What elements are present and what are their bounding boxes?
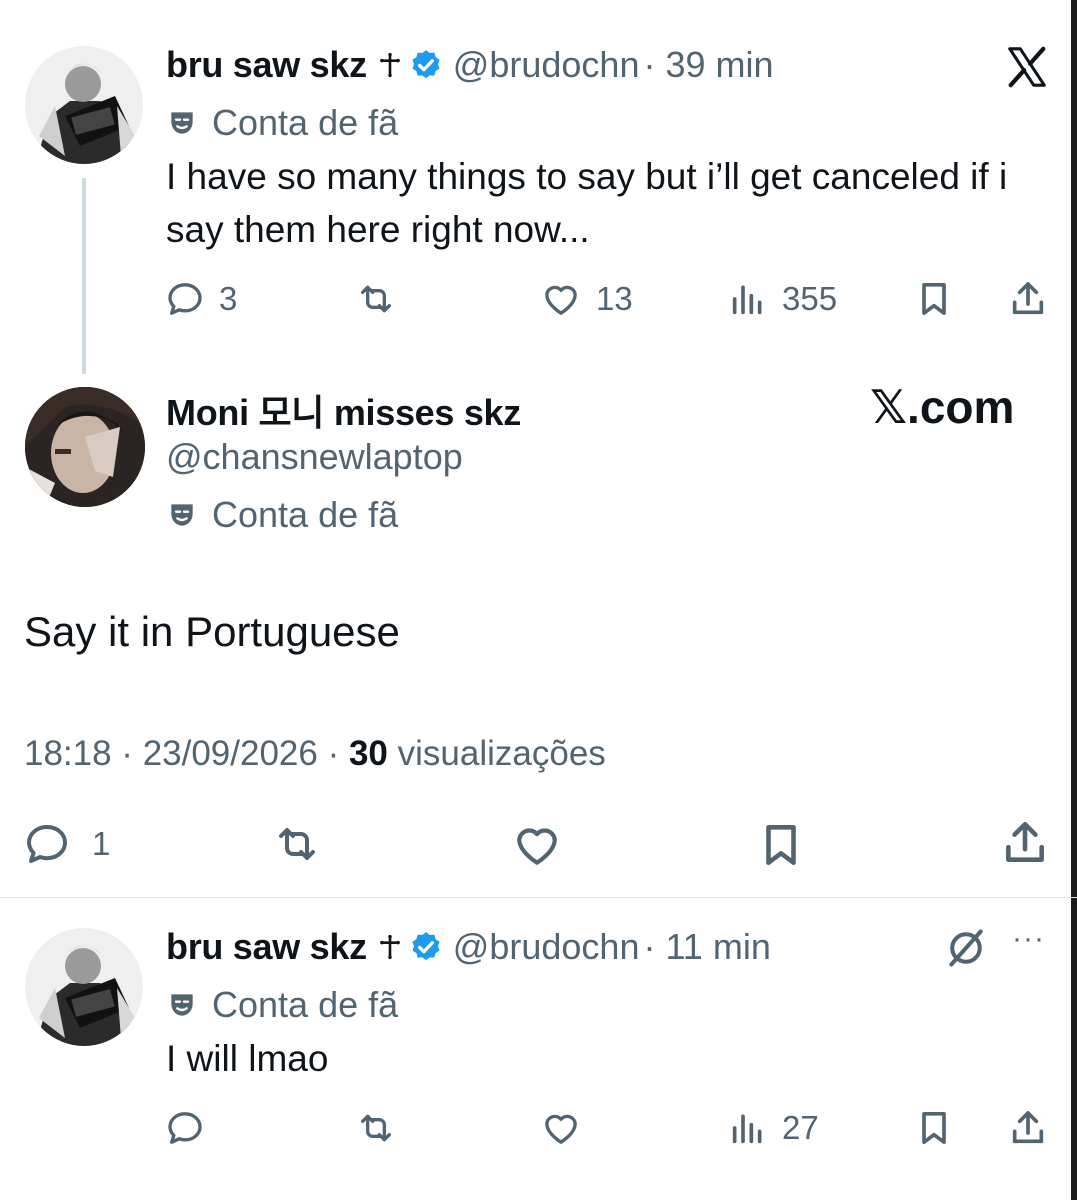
screen-edge xyxy=(1071,0,1077,1200)
verified-badge-icon[interactable] xyxy=(409,48,443,82)
fan-account-label: Conta de fã xyxy=(166,102,398,144)
bookmark-button[interactable] xyxy=(756,820,806,870)
theater-mask-icon xyxy=(166,989,198,1021)
heart-icon xyxy=(540,279,582,319)
views-icon xyxy=(728,1108,768,1148)
xcom-watermark: 𝕏.com xyxy=(870,381,1015,433)
tweet-meta: 18:18 · 23/09/2026 · 30 visualizações xyxy=(24,734,606,774)
tweet-text: Say it in Portuguese xyxy=(24,608,400,655)
fan-account-text: Conta de fã xyxy=(212,984,399,1025)
tweet-header: bru saw skz @brudochn · 11 min xyxy=(166,926,771,968)
reply-icon xyxy=(165,279,205,319)
cross-emoji-icon xyxy=(377,932,403,962)
fan-account-label: Conta de fã xyxy=(166,494,398,536)
like-button[interactable] xyxy=(540,1108,582,1148)
timestamp[interactable]: · 11 min xyxy=(643,926,770,968)
share-icon xyxy=(1008,279,1048,319)
reply-button[interactable]: 3 xyxy=(165,279,237,319)
bookmark-button[interactable] xyxy=(914,279,954,319)
handle[interactable]: @brudochn xyxy=(453,44,640,86)
heart-icon xyxy=(540,1108,582,1148)
reply-count: 1 xyxy=(92,825,111,862)
view-count: 30 xyxy=(348,734,388,773)
bookmark-icon xyxy=(756,820,806,870)
heart-icon xyxy=(510,820,564,870)
reply-count: 3 xyxy=(219,280,238,317)
divider xyxy=(0,897,1077,898)
retweet-icon xyxy=(355,1108,397,1148)
thread-line xyxy=(82,178,86,374)
reply-button[interactable]: 1 xyxy=(22,820,110,868)
share-button[interactable] xyxy=(1000,818,1050,868)
theater-mask-icon xyxy=(166,499,198,531)
post-timestamp[interactable]: 18:18 · 23/09/2026 · xyxy=(24,734,349,773)
tweet-text: I have so many things to say but i’ll ge… xyxy=(166,156,1008,250)
grok-icon[interactable] xyxy=(944,926,988,970)
views-count: 27 xyxy=(782,1109,819,1146)
timestamp[interactable]: · 39 min xyxy=(643,44,773,86)
views-icon xyxy=(728,279,768,319)
bookmark-button[interactable] xyxy=(914,1108,954,1148)
like-count: 13 xyxy=(596,280,633,317)
retweet-icon xyxy=(270,820,324,868)
display-name[interactable]: bru saw skz xyxy=(166,44,367,86)
avatar[interactable] xyxy=(25,46,143,164)
retweet-icon xyxy=(355,279,397,319)
display-name[interactable]: Moni 모니 misses skz xyxy=(166,384,521,436)
avatar[interactable] xyxy=(25,387,145,507)
bookmark-icon xyxy=(914,1108,954,1148)
reply-icon xyxy=(22,820,72,868)
view-label: visualizações xyxy=(387,734,606,773)
reply-button[interactable] xyxy=(165,1108,205,1148)
cross-emoji-icon xyxy=(377,50,403,80)
tweet-text: I will lmao xyxy=(166,1038,329,1079)
avatar[interactable] xyxy=(25,928,143,1046)
handle[interactable]: @brudochn xyxy=(453,926,640,968)
views-button[interactable]: 27 xyxy=(728,1108,819,1148)
more-icon[interactable]: ··· xyxy=(1012,922,1045,956)
retweet-button[interactable] xyxy=(270,820,324,868)
display-name[interactable]: bru saw skz xyxy=(166,926,367,968)
views-button[interactable]: 355 xyxy=(728,279,837,319)
reply-icon xyxy=(165,1108,205,1148)
retweet-button[interactable] xyxy=(355,1108,397,1148)
like-button[interactable] xyxy=(510,820,564,870)
share-button[interactable] xyxy=(1008,1108,1048,1148)
share-button[interactable] xyxy=(1008,279,1048,319)
like-button[interactable]: 13 xyxy=(540,279,633,319)
share-icon xyxy=(1000,818,1050,868)
fan-account-label: Conta de fã xyxy=(166,984,398,1026)
tweet-header: bru saw skz @brudochn · 39 min xyxy=(166,44,774,86)
handle[interactable]: @chansnewlaptop xyxy=(166,436,463,478)
views-count: 355 xyxy=(782,280,838,317)
share-icon xyxy=(1008,1108,1048,1148)
fan-account-text: Conta de fã xyxy=(212,102,399,143)
verified-badge-icon[interactable] xyxy=(409,930,443,964)
retweet-button[interactable] xyxy=(355,279,397,319)
fan-account-text: Conta de fã xyxy=(212,494,399,535)
bookmark-icon xyxy=(914,279,954,319)
theater-mask-icon xyxy=(166,107,198,139)
x-logo-icon xyxy=(1004,44,1050,90)
